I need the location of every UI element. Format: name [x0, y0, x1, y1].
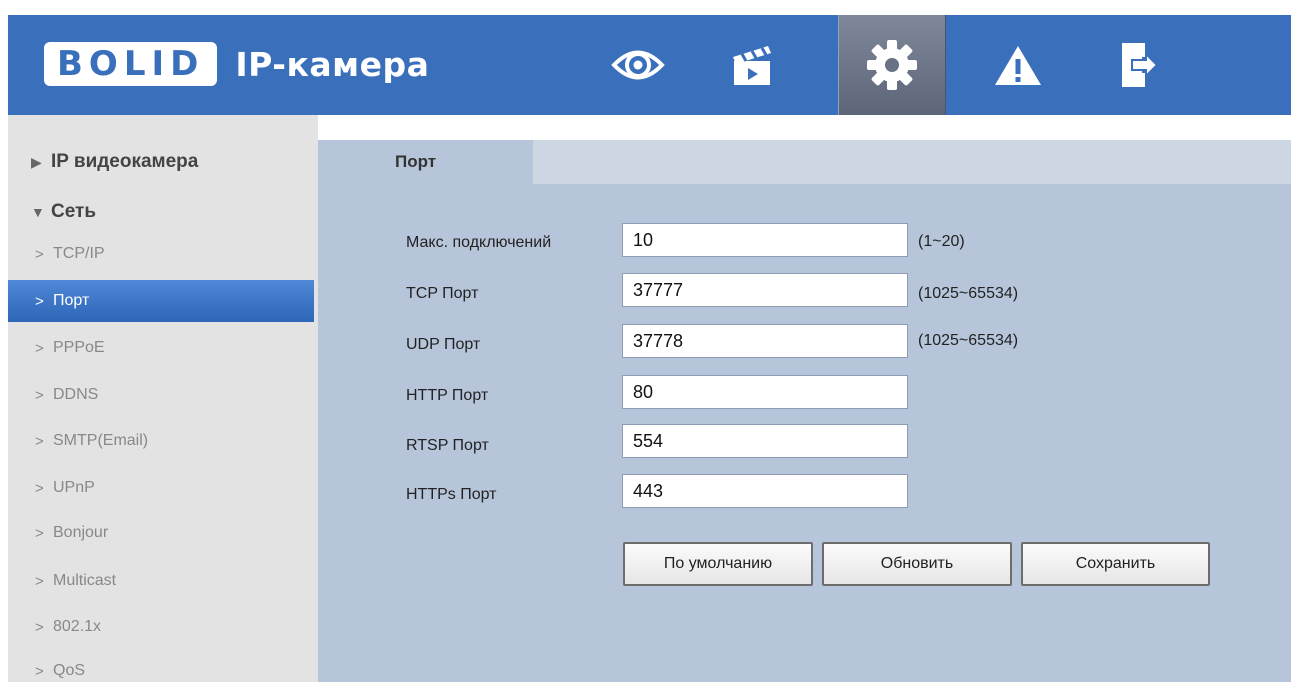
sidebar-item-label: UPnP	[53, 479, 95, 496]
sidebar-item-bonjour[interactable]: > Bonjour	[8, 513, 314, 553]
chevron-right-icon: >	[35, 432, 44, 450]
http-port-input[interactable]: 80	[622, 375, 908, 409]
udp-port-range: (1025~65534)	[918, 332, 1019, 349]
nav-settings-button[interactable]	[838, 15, 946, 115]
sidebar-group-ip-camera[interactable]: ▶ IP видеокамера	[8, 142, 314, 182]
sidebar-item-ddns[interactable]: > DDNS	[8, 375, 314, 415]
logo-text: BOLID	[57, 44, 205, 84]
sidebar-group-label: Сеть	[51, 201, 97, 222]
logout-door-icon	[1122, 43, 1158, 87]
sidebar-item-label: 802.1x	[53, 618, 102, 635]
settings-sidebar: ▶ IP видеокамера ▼ Сеть > TCP/IP > Порт …	[8, 115, 318, 682]
clapperboard-icon	[733, 46, 771, 85]
chevron-right-icon: >	[35, 386, 44, 404]
chevron-right-icon: >	[35, 479, 44, 497]
sidebar-item-multicast[interactable]: > Multicast	[8, 561, 314, 601]
app-title: IP-камера	[235, 44, 430, 84]
http-port-label: HTTP Порт	[406, 387, 489, 404]
refresh-button[interactable]: Обновить	[822, 542, 1012, 586]
max-connections-range: (1~20)	[918, 233, 965, 250]
sidebar-item-label: TCP/IP	[53, 245, 105, 262]
udp-port-label: UDP Порт	[406, 336, 481, 353]
nav-playback-button[interactable]	[698, 15, 806, 115]
sidebar-item-label: DDNS	[53, 386, 99, 403]
brand-logo: BOLID IP-камера	[44, 41, 429, 87]
sidebar-item-label: Bonjour	[53, 524, 109, 541]
expanded-arrow-icon: ▼	[31, 204, 45, 220]
tcp-port-range: (1025~65534)	[918, 285, 1019, 302]
chevron-right-icon: >	[35, 572, 44, 590]
collapsed-arrow-icon: ▶	[31, 153, 42, 170]
sidebar-group-network[interactable]: ▼ Сеть	[8, 192, 314, 232]
gear-icon	[867, 40, 917, 90]
chevron-right-icon: >	[35, 245, 44, 263]
rtsp-port-input[interactable]: 554	[622, 424, 908, 458]
sidebar-item-label: PPPoE	[53, 339, 105, 356]
chevron-right-icon: >	[35, 524, 44, 542]
sidebar-item-port[interactable]: > Порт	[8, 280, 314, 322]
chevron-right-icon: >	[35, 662, 44, 680]
sidebar-item-label: Multicast	[53, 572, 117, 589]
https-port-input[interactable]: 443	[622, 474, 908, 508]
sidebar-item-upnp[interactable]: > UPnP	[8, 468, 314, 508]
tab-bar: Порт	[318, 140, 1291, 184]
sidebar-item-8021x[interactable]: > 802.1x	[8, 607, 314, 647]
chevron-right-icon: >	[35, 339, 44, 357]
bolid-logo: BOLID	[44, 42, 218, 86]
sidebar-item-smtp[interactable]: > SMTP(Email)	[8, 421, 314, 461]
eye-icon	[611, 50, 665, 80]
tcp-port-label: TCP Порт	[406, 285, 479, 302]
save-button[interactable]: Сохранить	[1021, 542, 1210, 586]
sidebar-item-pppoe[interactable]: > PPPoE	[8, 328, 314, 368]
sidebar-group-label: IP видеокамера	[51, 151, 199, 172]
sidebar-item-label: QoS	[53, 662, 86, 679]
max-connections-input[interactable]: 10	[622, 223, 908, 257]
tcp-port-input[interactable]: 37777	[622, 273, 908, 307]
nav-live-view-button[interactable]	[584, 15, 692, 115]
nav-logout-button[interactable]	[1084, 15, 1192, 115]
max-connections-label: Макс. подключений	[406, 234, 552, 251]
chevron-right-icon: >	[35, 292, 44, 310]
sidebar-item-label: Порт	[53, 292, 90, 309]
sidebar-item-tcpip[interactable]: > TCP/IP	[8, 234, 314, 274]
port-settings-panel: Порт Макс. подключений 10 (1~20) TCP Пор…	[318, 140, 1291, 682]
nav-alarm-button[interactable]	[964, 15, 1072, 115]
https-port-label: HTTPs Порт	[406, 486, 497, 503]
sidebar-item-qos[interactable]: > QoS	[8, 651, 314, 682]
warning-icon	[995, 46, 1041, 85]
chevron-right-icon: >	[35, 618, 44, 636]
top-header: BOLID IP-камера	[8, 15, 1291, 115]
tab-port[interactable]: Порт	[318, 140, 533, 184]
default-button[interactable]: По умолчанию	[623, 542, 813, 586]
sidebar-item-label: SMTP(Email)	[53, 432, 149, 449]
udp-port-input[interactable]: 37778	[622, 324, 908, 358]
rtsp-port-label: RTSP Порт	[406, 437, 489, 454]
